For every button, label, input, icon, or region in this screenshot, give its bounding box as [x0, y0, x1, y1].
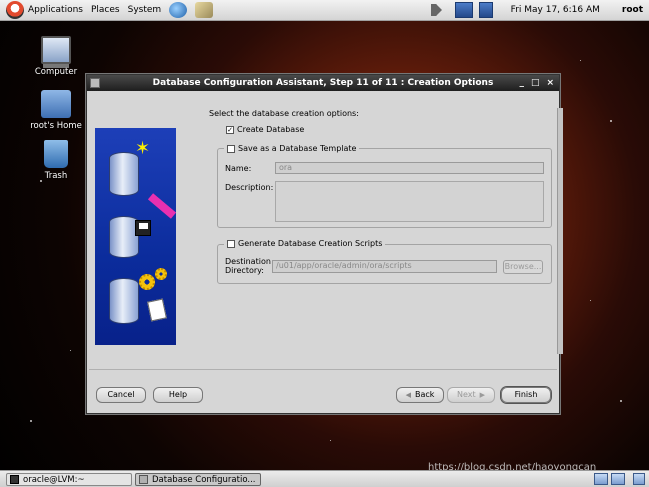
- wizard-illustration: ✶: [95, 128, 176, 345]
- task-label: oracle@LVM:~: [23, 474, 85, 485]
- database-scripts-icon: [109, 278, 139, 324]
- gear-icon: [155, 268, 167, 280]
- destination-directory-field[interactable]: /u01/app/oracle/admin/ora/scripts: [272, 260, 497, 273]
- next-button-label: Next: [456, 390, 476, 399]
- desktop-icon-label: Trash: [44, 171, 68, 181]
- template-name-field[interactable]: ora: [275, 162, 544, 174]
- generate-scripts-label[interactable]: Generate Database Creation Scripts: [238, 239, 382, 248]
- create-database-option[interactable]: ✓ Create Database: [226, 125, 304, 134]
- next-button[interactable]: Next ▶: [447, 387, 495, 403]
- desktop-icon-computer[interactable]: Computer: [21, 36, 91, 77]
- cancel-button[interactable]: Cancel: [96, 387, 146, 403]
- network-icon[interactable]: [454, 2, 473, 18]
- workspace-switcher-icon[interactable]: [594, 473, 608, 485]
- task-dbca[interactable]: Database Configuratio...: [135, 473, 261, 486]
- dialog-titlebar[interactable]: Database Configuration Assistant, Step 1…: [87, 75, 559, 91]
- trash-icon: [44, 140, 68, 168]
- desktop-icon-label: Computer: [34, 67, 78, 77]
- dbca-dialog: Database Configuration Assistant, Step 1…: [86, 74, 563, 414]
- desktop-icon-home[interactable]: root's Home: [21, 90, 91, 131]
- clock[interactable]: Fri May 17, 6:16 AM: [511, 5, 600, 15]
- applications-menu[interactable]: Applications: [28, 5, 83, 15]
- save-template-label[interactable]: Save as a Database Template: [238, 144, 356, 153]
- text-editor-icon[interactable]: [195, 2, 214, 18]
- close-button[interactable]: ×: [546, 78, 554, 88]
- updates-icon[interactable]: [478, 2, 493, 18]
- task-label: Database Configuratio...: [152, 474, 256, 485]
- button-separator: [89, 369, 557, 370]
- terminal-icon: [10, 475, 19, 484]
- create-database-checkbox[interactable]: ✓: [226, 125, 234, 134]
- browse-button[interactable]: Browse...: [503, 260, 543, 274]
- floppy-disk-icon: [135, 220, 151, 236]
- maximize-button[interactable]: □: [531, 78, 540, 88]
- applications-logo-icon[interactable]: [6, 1, 24, 19]
- application-window-icon: [139, 475, 148, 484]
- places-menu[interactable]: Places: [91, 5, 120, 15]
- top-panel: Applications Places System Fri May 17, 6…: [0, 0, 649, 21]
- computer-icon: [41, 36, 71, 64]
- desktop-icon-trash[interactable]: Trash: [21, 140, 91, 181]
- minimize-button[interactable]: _: [519, 78, 524, 88]
- desktop-icon-label: root's Home: [30, 121, 82, 131]
- gear-icon: [139, 274, 155, 290]
- instructions: Select the database creation options:: [209, 109, 359, 118]
- directory-label: Directory:: [225, 266, 264, 275]
- destination-label: Destination: [225, 257, 271, 266]
- sparkle-icon: ✶: [135, 138, 151, 159]
- back-button-label: Back: [414, 390, 435, 399]
- user-name[interactable]: root: [622, 5, 643, 15]
- task-terminal[interactable]: oracle@LVM:~: [6, 473, 132, 486]
- home-folder-icon: [41, 90, 71, 118]
- volume-icon[interactable]: [430, 4, 445, 16]
- help-button[interactable]: Help: [153, 387, 203, 403]
- template-name-label: Name:: [225, 164, 252, 173]
- generate-scripts-option[interactable]: Generate Database Creation Scripts: [224, 239, 386, 248]
- finish-button[interactable]: Finish: [501, 387, 551, 403]
- pointer-arrow-icon: [147, 193, 176, 219]
- generate-scripts-checkbox[interactable]: [227, 239, 235, 248]
- save-template-option[interactable]: Save as a Database Template: [224, 144, 360, 153]
- workspace-switcher-icon[interactable]: [611, 473, 625, 485]
- back-button[interactable]: ◀ Back: [396, 387, 444, 403]
- next-arrow-icon: ▶: [479, 391, 486, 399]
- system-menu[interactable]: System: [128, 5, 162, 15]
- script-document-icon: [147, 298, 167, 322]
- dialog-title: Database Configuration Assistant, Step 1…: [152, 78, 494, 88]
- back-arrow-icon: ◀: [405, 391, 411, 399]
- template-description-field[interactable]: [275, 181, 544, 222]
- scrollbar[interactable]: [557, 108, 563, 354]
- trash-applet-icon[interactable]: [633, 473, 645, 485]
- web-browser-icon[interactable]: [169, 2, 188, 18]
- create-database-label[interactable]: Create Database: [237, 125, 304, 134]
- bottom-taskbar: oracle@LVM:~ Database Configuratio...: [0, 470, 649, 487]
- template-description-label: Description:: [225, 183, 274, 192]
- save-template-checkbox[interactable]: [227, 144, 235, 153]
